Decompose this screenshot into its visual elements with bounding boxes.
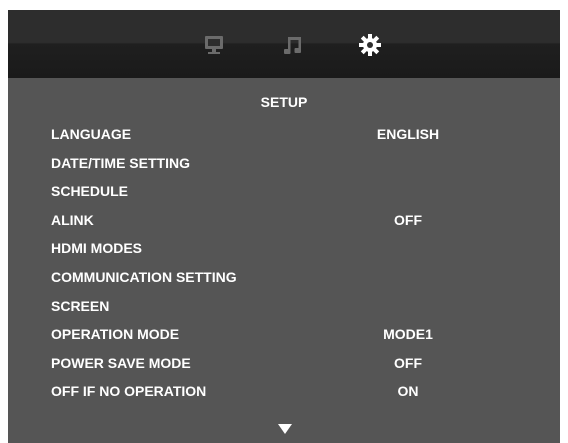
menu-item-label: SCHEDULE — [51, 183, 129, 200]
tab-audio[interactable] — [280, 32, 306, 58]
menu-item-power-save-mode[interactable]: POWER SAVE MODE OFF — [8, 349, 560, 378]
menu-item-language[interactable]: LANGUAGE ENGLISH — [8, 120, 560, 149]
menu-item-operation-mode[interactable]: OPERATION MODE MODE1 — [8, 320, 560, 349]
scroll-down-arrow-icon[interactable] — [278, 424, 292, 434]
menu-item-hdmi-modes[interactable]: HDMI MODES — [8, 234, 560, 263]
menu-item-label: ALINK — [51, 211, 94, 228]
tab-display[interactable] — [201, 32, 227, 58]
menu-item-label: SCREEN — [51, 297, 110, 314]
menu-item-label: COMMUNICATION SETTING — [51, 268, 237, 285]
tab-setup[interactable] — [357, 32, 383, 58]
menu-item-value: MODE1 — [383, 326, 433, 343]
menu-item-label: POWER SAVE MODE — [51, 354, 191, 371]
menu-item-value: ENGLISH — [376, 126, 440, 142]
gear-icon — [359, 34, 381, 56]
menu-item-label: LANGUAGE — [51, 126, 132, 142]
menu-item-label: HDMI MODES — [51, 240, 142, 257]
menu-item-communication-setting[interactable]: COMMUNICATION SETTING — [8, 263, 560, 292]
menu-item-value: ON — [397, 383, 419, 400]
monitor-icon — [205, 36, 223, 54]
menu-item-screen[interactable]: SCREEN — [8, 292, 560, 321]
menu-item-label: OPERATION MODE — [51, 326, 180, 343]
menu-item-value: OFF — [394, 211, 422, 228]
menu-item-label: OFF IF NO OPERATION — [51, 383, 207, 400]
menu-item-date-time-setting[interactable]: DATE/TIME SETTING — [8, 149, 560, 178]
tab-bar — [8, 10, 560, 78]
menu-item-off-if-no-operation[interactable]: OFF IF NO OPERATION ON — [8, 377, 560, 406]
setup-menu-list: LANGUAGE ENGLISH DATE/TIME SETTING SCHED… — [8, 120, 560, 406]
menu-item-label: DATE/TIME SETTING — [51, 154, 190, 171]
menu-item-schedule[interactable]: SCHEDULE — [8, 177, 560, 206]
menu-item-value: OFF — [394, 354, 422, 371]
menu-item-alink[interactable]: ALINK OFF — [8, 206, 560, 235]
osd-menu: SETUP LANGUAGE ENGLISH DATE/TIME SETTING… — [8, 10, 560, 443]
music-note-icon — [284, 37, 301, 54]
menu-title: SETUP — [260, 94, 308, 110]
